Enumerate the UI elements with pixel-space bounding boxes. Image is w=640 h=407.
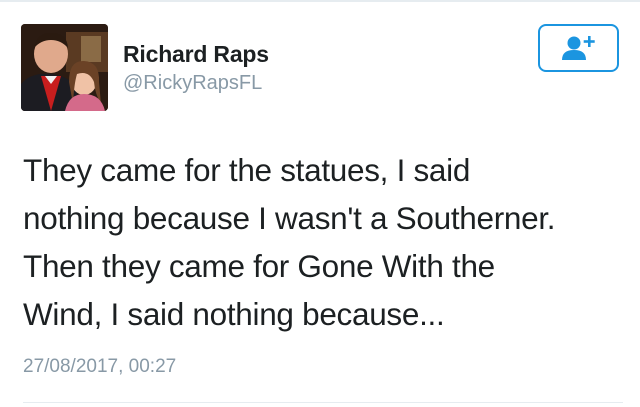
display-name[interactable]: Richard Raps bbox=[123, 41, 269, 68]
bottom-divider bbox=[23, 402, 623, 403]
tweet-text: They came for the statues, I said nothin… bbox=[23, 146, 623, 338]
top-divider bbox=[0, 0, 640, 2]
tweet-text-line: Then they came for Gone With the bbox=[23, 248, 495, 284]
tweet-text-line: nothing because I wasn't a Southerner. bbox=[23, 200, 556, 236]
user-handle[interactable]: @RickyRapsFL bbox=[123, 72, 262, 95]
tweet-text-line: Wind, I said nothing because... bbox=[23, 296, 445, 332]
follow-button[interactable] bbox=[538, 24, 619, 72]
tweet-text-line: They came for the statues, I said bbox=[23, 152, 471, 188]
avatar[interactable] bbox=[21, 24, 108, 111]
add-user-icon bbox=[561, 36, 595, 60]
profile-photo-icon bbox=[21, 24, 108, 111]
tweet-timestamp[interactable]: 27/08/2017, 00:27 bbox=[23, 356, 176, 378]
